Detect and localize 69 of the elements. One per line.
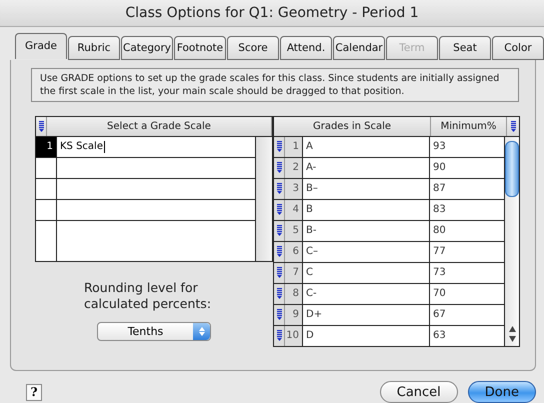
tab[interactable]: Attend. [280,36,332,60]
drag-handle-icon[interactable] [276,267,282,278]
minimum-cell[interactable]: 70 [430,284,505,304]
updown-arrow-icon [198,326,204,336]
column-header: Grades in Scale [274,116,431,136]
scroll-down-icon[interactable] [508,336,516,342]
scroll-thumb[interactable] [505,140,519,197]
minimum-cell[interactable]: 90 [430,158,505,178]
minimum-cell[interactable]: 67 [430,304,505,325]
grade-cell[interactable]: D [303,326,430,346]
scale-name-field[interactable]: KS Scale [57,136,255,157]
minimum-cell[interactable]: 83 [430,200,505,220]
minimum-cell[interactable]: 63 [430,326,505,346]
minimum-cell[interactable]: 87 [430,178,505,199]
grade-cell[interactable]: B– [303,178,430,199]
tab[interactable]: Footnote [174,36,226,60]
tab[interactable]: Category [121,36,173,60]
drag-handle-icon[interactable] [276,183,282,194]
row-number: 10 [285,326,303,346]
tab[interactable]: Grade [15,32,67,59]
row-number: 9 [285,304,303,325]
grade-cell[interactable]: C- [303,284,430,304]
grade-cell[interactable]: A- [303,158,430,178]
row-number: 3 [285,178,303,199]
grade-cell[interactable]: B- [303,220,430,241]
drag-handle-icon[interactable] [276,204,282,216]
rounding-label: Rounding level for calculated percents: [84,280,212,312]
drag-handle-icon[interactable] [276,246,282,258]
minimum-cell[interactable]: 77 [430,242,505,262]
row-number: 8 [285,284,303,304]
tab[interactable]: Rubric [68,36,120,60]
info-text: Use GRADE options to set up the grade scales for this class. Since students are initially assigned the first scale in the list, your main scale should be dragged to that position. [31,68,519,102]
grade-cell[interactable]: A [303,136,430,157]
grade-cell[interactable]: B [303,200,430,220]
column-header: Select a Grade Scale [47,116,272,136]
drag-handle-icon[interactable] [510,120,516,132]
minimum-cell[interactable]: 80 [430,220,505,241]
tab[interactable]: Seat [439,36,491,60]
text-cursor [104,140,105,153]
help-button[interactable]: ? [26,384,42,400]
row-number: 6 [285,242,303,262]
tab[interactable]: Calendar [333,36,385,60]
scroll-up-icon[interactable] [508,326,516,332]
row-number[interactable]: 1 [36,136,57,157]
drag-handle-icon[interactable] [276,288,282,300]
drag-handle-icon[interactable] [276,225,282,236]
column-header: Minimum% [431,116,507,136]
drag-handle-icon[interactable] [276,162,282,174]
tab[interactable]: Score [227,36,279,60]
drag-handle-icon[interactable] [276,141,282,152]
minimum-cell[interactable]: 93 [430,136,505,157]
rounding-dropdown[interactable]: Tenths [97,322,211,341]
row-number: 4 [285,200,303,220]
row-number: 2 [285,158,303,178]
grade-cell[interactable]: D+ [303,304,430,325]
scrollbar[interactable] [505,136,519,346]
grade-cell[interactable]: C– [303,242,430,262]
done-button[interactable]: Done [468,381,536,403]
drag-handle-icon[interactable] [276,330,282,342]
minimum-cell[interactable]: 73 [430,262,505,283]
drag-handle-icon[interactable] [276,309,282,320]
row-number: 7 [285,262,303,283]
drag-handle-icon[interactable] [38,120,44,132]
row-number: 5 [285,220,303,241]
window-title: Class Options for Q1: Geometry - Period 1 [0,0,544,27]
row-number: 1 [285,136,303,157]
cancel-button[interactable]: Cancel [380,381,458,403]
grade-cell[interactable]: C [303,262,430,283]
tab[interactable]: Color [492,36,544,60]
